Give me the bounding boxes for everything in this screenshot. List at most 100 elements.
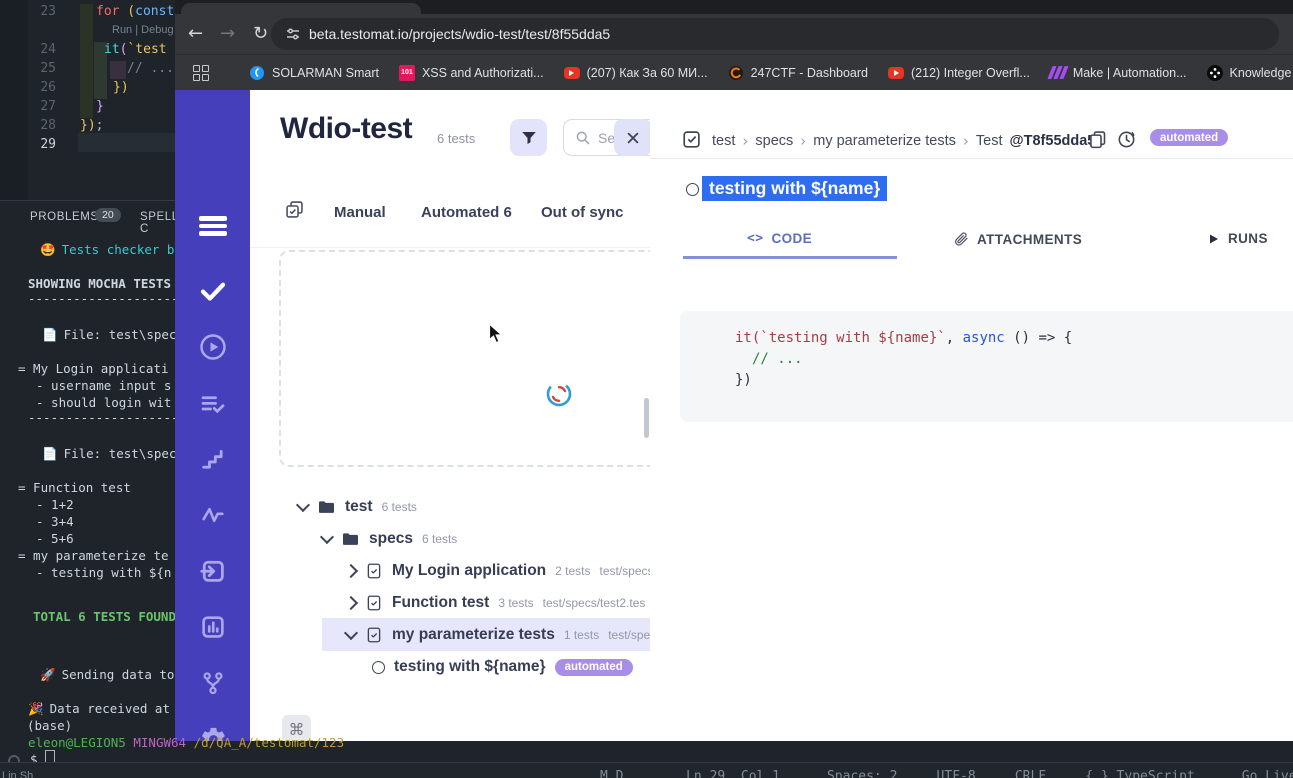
terminal-line: - should login wit (36, 395, 172, 410)
tree-row-specs[interactable]: specs 6 tests (319, 524, 457, 554)
play-circle-icon[interactable] (197, 331, 229, 363)
tests-count: 6 tests (437, 131, 476, 146)
tree-row-test[interactable]: test 6 tests (295, 492, 417, 522)
bookmark-make[interactable]: Make | Automation... (1047, 65, 1187, 81)
indent-highlight (80, 4, 93, 118)
tab-problems[interactable]: PROBLEMS (30, 211, 99, 223)
filter-button[interactable] (510, 119, 547, 156)
bookmark-solarman[interactable]: SOLARMAN Smart (249, 65, 379, 81)
automated-count: 6 (503, 204, 512, 221)
problems-count-badge: 20 (95, 208, 121, 222)
terminal-line: 🎉 Data received at (28, 701, 170, 716)
copy-icon[interactable] (1087, 129, 1108, 150)
line-number: 25 (40, 61, 56, 76)
testomat-app: ? Wdio-test 6 tests Manual Automated 6 O… (175, 90, 1293, 741)
youtube-icon (888, 66, 904, 79)
codelens-run-debug[interactable]: Run | Debug (112, 24, 174, 36)
terminal-line: = my parameterize te (18, 548, 169, 563)
terminal-prompt-path-line: eleon@LEGION5 MINGW64 /d/QA_A/testomat/1… (28, 735, 345, 750)
bookmark-247ctf[interactable]: 247CTF - Dashboard (728, 65, 868, 81)
file-emoji: 📄 (42, 328, 58, 342)
test-code: it(`testing with ${name}`, async () => {… (735, 330, 1073, 388)
breadcrumb: test › specs › my parameterize tests › T… (712, 132, 1095, 150)
address-bar[interactable]: beta.testomat.io/projects/wdio-test/test… (271, 18, 1279, 50)
code-line: it(`test (104, 42, 167, 57)
divider (650, 158, 1293, 159)
branch-icon[interactable] (197, 667, 229, 699)
chevron-down-icon[interactable] (295, 497, 311, 513)
tree-row-my-parameterize-tests[interactable]: my parameterize tests 1 tests test/spe (343, 620, 650, 650)
chevron-right-icon[interactable] (343, 595, 359, 611)
bookmark-youtube-2[interactable]: (212) Integer Overfl... (888, 66, 1030, 80)
breadcrumb-test[interactable]: test (712, 133, 735, 149)
apps-grid-icon[interactable] (193, 64, 209, 81)
browser-active-tab[interactable] (181, 3, 421, 14)
tab-manual[interactable]: Manual (334, 204, 386, 221)
tab-attachments[interactable]: ATTACHMENTS (953, 231, 1082, 247)
terminal-line: = Function test (18, 480, 131, 495)
list-check-icon[interactable] (197, 388, 229, 420)
bookmark-youtube-1[interactable]: (207) Как За 60 МИ... (563, 66, 708, 80)
reload-icon[interactable]: ↻ (253, 14, 268, 54)
divider (250, 247, 650, 248)
party-emoji: 🎉 (28, 702, 44, 716)
code-line: } (96, 99, 104, 114)
forward-icon[interactable]: → (220, 14, 235, 54)
history-icon[interactable] (1116, 129, 1137, 150)
drop-zone[interactable] (279, 250, 650, 467)
active-tab-underline (683, 256, 897, 259)
automated-badge: automated (554, 658, 633, 676)
select-all-icon[interactable] (284, 199, 305, 220)
steps-icon[interactable] (197, 443, 229, 475)
tree-row-function-test[interactable]: Function test 3 tests test/specs/test2.t… (343, 588, 645, 618)
current-line-highlight (78, 133, 175, 152)
terminal-line: 📄 File: test\specs (42, 327, 175, 342)
terminal-line: = My Login applicati (18, 361, 169, 376)
terminal-line: - 5+6 (36, 531, 74, 546)
bookmark-xss[interactable]: 101 XSS and Authorizati... (398, 64, 544, 81)
file-icon (365, 594, 383, 612)
status-line: M D Ln 29, Col 1 Spaces: 2 UTF-8 CRLF { … (600, 769, 1293, 778)
activity-icon[interactable] (197, 499, 229, 531)
import-run-icon[interactable] (197, 555, 229, 587)
tab-code[interactable]: <> CODE (747, 231, 812, 246)
menu-icon[interactable] (197, 210, 229, 242)
terminal-line: ------------------------------ (28, 291, 175, 306)
chevron-right-icon[interactable] (343, 563, 359, 579)
test-id: @T8f55dda5 (1009, 133, 1096, 149)
test-circle-icon[interactable] (686, 183, 699, 196)
check-icon[interactable] (197, 275, 229, 307)
terminal-line: 🤩 Tests checker by (40, 242, 175, 257)
chevron-down-icon[interactable] (343, 625, 359, 641)
tree-row-testing-with-name[interactable]: testing with ${name} automated (372, 652, 633, 682)
line-number: 28 (40, 118, 56, 133)
task-icon (681, 128, 703, 150)
chevron-sep: › (800, 132, 807, 150)
site-settings-icon[interactable] (285, 26, 301, 42)
back-icon[interactable]: ← (188, 14, 203, 54)
line-number: 27 (40, 99, 56, 114)
terminal-line: 📄 File: test\specs (42, 446, 175, 461)
terminal-line: - 3+4 (36, 514, 74, 529)
sync-spinner-icon (545, 380, 573, 408)
solarman-icon (249, 65, 265, 81)
rocket-emoji: 🚀 (40, 668, 56, 682)
tree-row-my-login-application[interactable]: My Login application 2 tests test/specs (343, 556, 650, 586)
tab-spell-checker[interactable]: SPELL C (140, 211, 175, 235)
terminal-line: - 1+2 (36, 497, 74, 512)
line-number-active: 29 (40, 137, 56, 152)
tab-out-of-sync[interactable]: Out of sync (541, 204, 624, 221)
close-search-button[interactable] (614, 119, 650, 156)
app-sidebar: ? (175, 90, 250, 741)
tab-runs[interactable]: RUNS (1208, 231, 1268, 246)
breadcrumb-suite[interactable]: my parameterize tests (813, 133, 956, 149)
chevron-down-icon[interactable] (319, 529, 335, 545)
browser-window: ← → ↻ beta.testomat.io/projects/wdio-tes… (175, 0, 1293, 741)
browser-toolbar: ← → ↻ beta.testomat.io/projects/wdio-tes… (175, 14, 1293, 54)
file-icon (365, 626, 383, 644)
bookmark-knowledge[interactable]: Knowledge assistan... (1206, 64, 1293, 81)
tab-automated[interactable]: Automated 6 (421, 204, 512, 221)
analytics-icon[interactable] (197, 611, 229, 643)
scrollbar-thumb[interactable] (644, 398, 649, 438)
breadcrumb-specs[interactable]: specs (755, 133, 793, 149)
